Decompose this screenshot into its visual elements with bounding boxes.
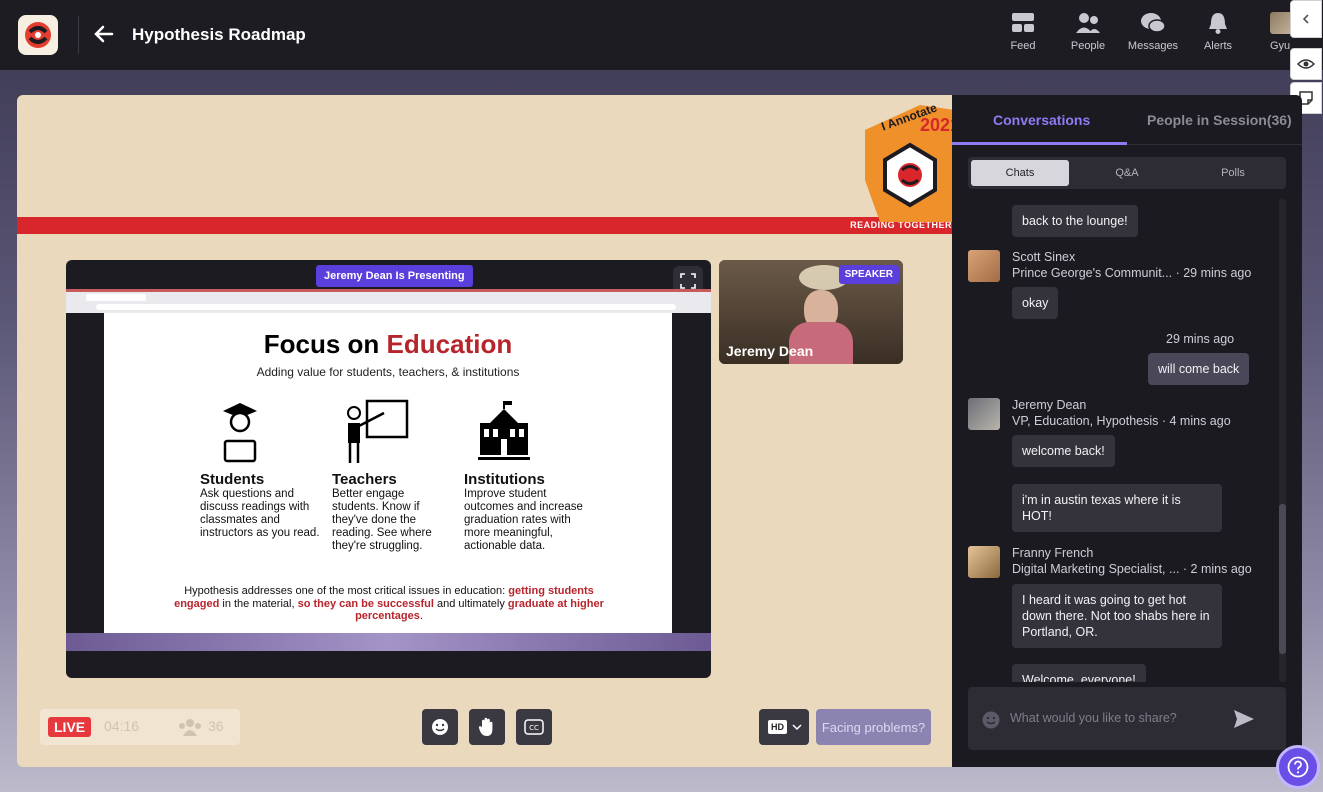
facing-problems-button[interactable]: Facing problems? — [816, 709, 931, 745]
divider — [78, 16, 79, 54]
sender-name: Jeremy Dean — [1012, 398, 1087, 412]
shared-browser-bar — [66, 289, 711, 313]
slide-column-teachers: Teachers Better engage students. Know if … — [332, 471, 432, 552]
tab-people-in-session[interactable]: People in Session(36) — [1147, 112, 1292, 128]
slide-footer: Hypothesis addresses one of the most cri… — [174, 585, 604, 622]
sender-name: Scott Sinex — [1012, 250, 1076, 264]
quality-selector[interactable]: HD — [759, 709, 809, 745]
quality-label: HD — [768, 720, 787, 734]
live-badge: LIVE — [48, 717, 92, 737]
svg-text:CC: CC — [529, 724, 539, 732]
sender-name: Franny French — [1012, 546, 1094, 560]
send-icon[interactable] — [1233, 709, 1255, 729]
slide-column-students: Students Ask questions and discuss readin… — [200, 471, 320, 539]
banner-band — [17, 217, 952, 234]
screen-share: Jeremy Dean Is Presenting Focus on Educa… — [66, 260, 711, 678]
attendees-icon — [179, 719, 201, 736]
reactions-button[interactable] — [422, 709, 458, 745]
share-bottom-bar — [66, 633, 711, 651]
collapse-button[interactable] — [1290, 0, 1322, 38]
nav-label: Gyu — [1270, 40, 1291, 52]
subtab-chats[interactable]: Chats — [971, 160, 1069, 186]
avatar — [968, 398, 1000, 430]
nav-label: Feed — [1010, 40, 1036, 52]
subtab-qa[interactable]: Q&A — [1078, 160, 1176, 186]
help-button[interactable] — [1276, 745, 1320, 789]
messages-icon — [1141, 13, 1166, 33]
chat-message: Welcome, everyone! — [1012, 664, 1146, 682]
event-badge: I Annotate 2021 — [860, 100, 952, 222]
sender-role: Prince George's Communit... · 29 mins ag… — [1012, 266, 1252, 280]
sender-role: Digital Marketing Specialist, ... · 2 mi… — [1012, 562, 1252, 576]
nav-label: Alerts — [1203, 40, 1233, 52]
speaker-badge: SPEAKER — [838, 265, 899, 284]
panel-tabs: Conversations People in Session(36) — [952, 95, 1302, 145]
subtab-polls[interactable]: Polls — [1184, 160, 1282, 186]
cc-icon: CC — [524, 719, 544, 735]
chat-subtabs: Chats Q&A Polls — [968, 157, 1286, 189]
captions-button[interactable]: CC — [516, 709, 552, 745]
chat-messages: back to the lounge! Scott Sinex Prince G… — [952, 199, 1282, 682]
live-timer: 04:16 — [104, 718, 140, 734]
presenting-label: Jeremy Dean Is Presenting — [316, 265, 473, 287]
chat-message: i'm in austin texas where it is HOT! — [1012, 484, 1222, 532]
chevron-down-icon — [792, 724, 802, 731]
active-tab-indicator — [952, 142, 1127, 145]
help-icon — [1287, 756, 1309, 778]
slide-title: Focus on Education — [263, 329, 513, 359]
teacher-icon — [347, 399, 409, 463]
chat-message: back to the lounge! — [1012, 205, 1138, 237]
nav-people[interactable]: People — [1058, 12, 1118, 52]
own-chat-message: will come back — [1148, 353, 1250, 385]
avatar — [1270, 12, 1292, 34]
feed-icon — [1012, 13, 1034, 32]
sender-role: VP, Education, Hypothesis · 4 mins ago — [1012, 414, 1231, 428]
nav-alerts[interactable]: Alerts — [1188, 12, 1248, 52]
raise-hand-button[interactable] — [469, 709, 505, 745]
student-icon — [223, 403, 257, 463]
back-arrow-icon[interactable] — [92, 22, 116, 46]
scrollbar-thumb[interactable] — [1279, 504, 1286, 654]
institution-icon — [478, 401, 530, 460]
hand-icon — [478, 717, 493, 736]
slide-column-institutions: Institutions Improve student outcomes and… — [464, 471, 583, 552]
top-bar: Hypothesis Roadmap Feed People Messages … — [0, 0, 1323, 70]
expand-icon — [680, 273, 696, 289]
tab-conversations[interactable]: Conversations — [993, 112, 1090, 128]
chat-message: welcome back! — [1012, 435, 1115, 467]
avatar — [968, 250, 1000, 282]
nav-label: People — [1070, 40, 1106, 52]
chat-input[interactable] — [1010, 711, 1230, 725]
nav-label: Messages — [1127, 40, 1179, 52]
slide-subtitle: Adding value for students, teachers, & i… — [256, 365, 520, 379]
nav-messages[interactable]: Messages — [1123, 12, 1183, 52]
badge-year: 2021 — [920, 115, 952, 135]
live-status: LIVE 04:16 36 — [40, 709, 240, 745]
attendee-count: 36 — [208, 718, 224, 734]
view-button[interactable] — [1290, 48, 1322, 80]
app-logo[interactable] — [18, 15, 58, 55]
emoji-icon[interactable] — [982, 711, 1000, 729]
avatar — [968, 546, 1000, 578]
speaker-video[interactable]: SPEAKER Jeremy Dean — [719, 260, 903, 364]
presentation-slide: Focus on Education Adding value for stud… — [104, 313, 672, 633]
chat-scrollbar[interactable] — [1279, 199, 1286, 682]
chat-message: okay — [1012, 287, 1059, 319]
eye-icon — [1297, 59, 1315, 69]
page-title: Hypothesis Roadmap — [132, 25, 306, 44]
chevron-left-icon — [1302, 14, 1309, 24]
chat-message: I heard it was going to get hot down the… — [1012, 584, 1222, 648]
bell-icon — [1209, 13, 1227, 34]
emoji-icon — [432, 719, 448, 735]
message-time: 29 mins ago — [1166, 332, 1235, 346]
logo-icon — [25, 22, 51, 48]
people-icon — [1076, 13, 1100, 33]
speaker-name: Jeremy Dean — [726, 343, 814, 359]
nav-feed[interactable]: Feed — [993, 12, 1053, 52]
conversation-panel: Conversations People in Session(36) Chat… — [952, 95, 1302, 767]
chat-composer — [968, 687, 1286, 750]
stage: READING TOGETHER I Annotate 2021 Jeremy … — [17, 95, 952, 767]
